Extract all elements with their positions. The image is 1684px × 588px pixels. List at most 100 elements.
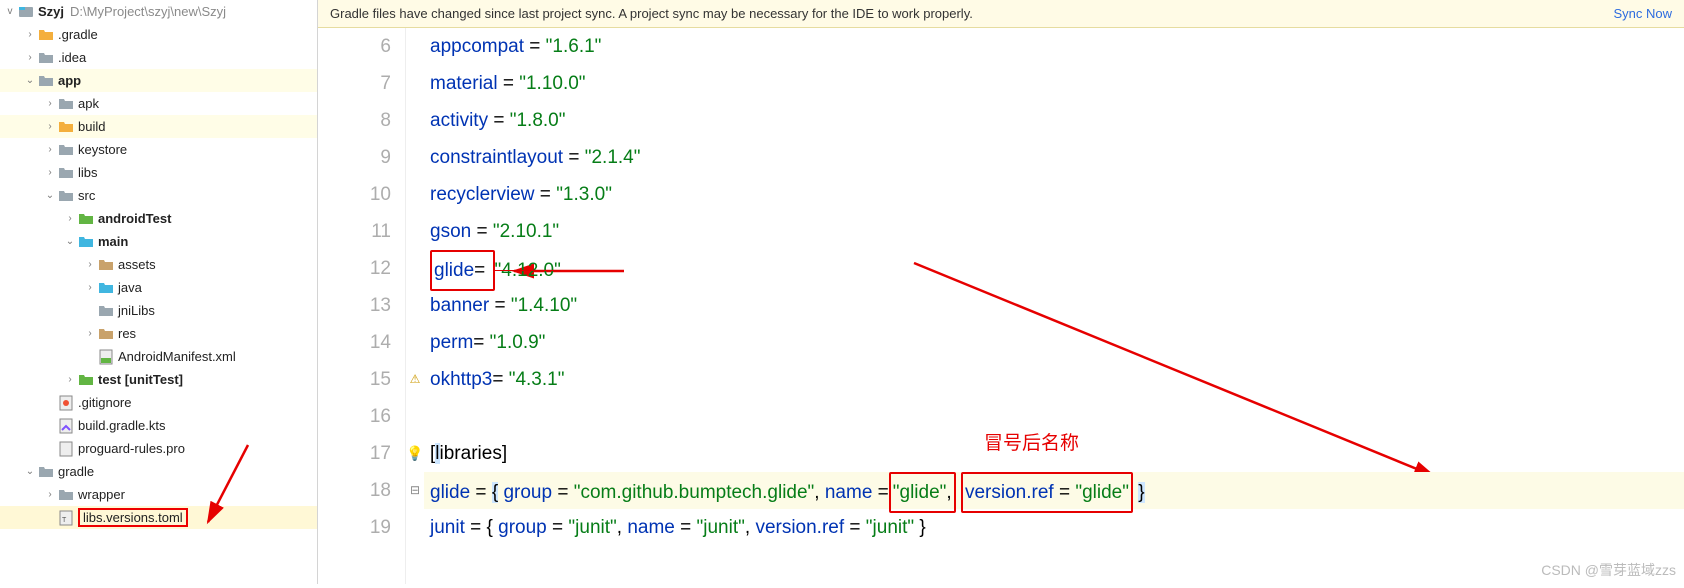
chevron-right-icon[interactable]: › (84, 282, 96, 293)
folder-blue-icon (78, 234, 94, 250)
code-line[interactable]: okhttp3= "4.3.1" (424, 361, 1684, 398)
code-line[interactable] (424, 398, 1684, 435)
line-number: 13 (318, 287, 391, 324)
tree-item-androidmanifest-xml[interactable]: AndroidManifest.xml (0, 345, 317, 368)
code-editor[interactable]: 678910111213141516171819 ⚠💡 冒号后名称 appcom… (318, 28, 1684, 584)
tree-item-proguard-rules-pro[interactable]: proguard-rules.pro (0, 437, 317, 460)
chevron-right-icon[interactable]: › (84, 259, 96, 270)
code-area[interactable]: 冒号后名称 appcompat = "1.6.1"material = "1.1… (424, 28, 1684, 584)
gutter-mark (406, 398, 424, 435)
tree-item-test--unittest-[interactable]: › test [unitTest] (0, 368, 317, 391)
chevron-right-icon[interactable]: › (84, 328, 96, 339)
tree-item--idea[interactable]: ›.idea (0, 46, 317, 69)
chevron-right-icon[interactable]: › (24, 52, 36, 63)
chevron-down-icon[interactable]: ⌄ (64, 236, 76, 247)
editor-pane: Gradle files have changed since last pro… (318, 0, 1684, 584)
tree-item-src[interactable]: ⌄ src (0, 184, 317, 207)
folder-grey-icon (38, 464, 54, 480)
gutter-mark (406, 65, 424, 102)
folder-grey-icon (58, 165, 74, 181)
file-kts-icon (58, 418, 74, 434)
chevron-down-icon[interactable]: ⌄ (24, 75, 36, 86)
tree-item-build[interactable]: ›build (0, 115, 317, 138)
tree-item-jnilibs[interactable]: jniLibs (0, 299, 317, 322)
line-number: 16 (318, 398, 391, 435)
sync-now-link[interactable]: Sync Now (1613, 6, 1672, 21)
chevron-right-icon[interactable]: › (44, 144, 56, 155)
tree-item-wrapper[interactable]: › wrapper (0, 483, 317, 506)
chevron-right-icon[interactable]: › (44, 121, 56, 132)
chevron-down-icon[interactable]: ⌄ (24, 466, 36, 477)
line-number: 15 (318, 361, 391, 398)
gutter-mark (406, 102, 424, 139)
tree-item-libs-versions-toml[interactable]: Tlibs.versions.toml (0, 506, 317, 529)
tree-item-build-gradle-kts[interactable]: build.gradle.kts (0, 414, 317, 437)
code-line[interactable]: activity = "1.8.0" (424, 102, 1684, 139)
tree-item-label: .gradle (58, 27, 98, 42)
tree-item-label: AndroidManifest.xml (118, 349, 236, 364)
code-line[interactable]: [libraries] (424, 435, 1684, 472)
line-number: 9 (318, 139, 391, 176)
tree-item--gradle[interactable]: › .gradle (0, 23, 317, 46)
gutter-mark (406, 28, 424, 65)
code-line[interactable]: appcompat = "1.6.1" (424, 28, 1684, 65)
chevron-right-icon[interactable]: › (44, 489, 56, 500)
tree-item-app[interactable]: ⌄ app (0, 69, 317, 92)
sync-banner: Gradle files have changed since last pro… (318, 0, 1684, 28)
line-number: 7 (318, 65, 391, 102)
code-line[interactable]: banner = "1.4.10" (424, 287, 1684, 324)
code-line[interactable]: perm= "1.0.9" (424, 324, 1684, 361)
gutter-mark (406, 509, 424, 546)
chevron-right-icon[interactable]: › (64, 213, 76, 224)
folder-grey-icon (58, 96, 74, 112)
tree-item-apk[interactable]: ›apk (0, 92, 317, 115)
tree-item-label: test [unitTest] (98, 372, 183, 387)
chevron-down-icon[interactable]: ⌄ (44, 190, 56, 201)
line-number: 14 (318, 324, 391, 361)
code-line[interactable]: junit = { group = "junit", name = "junit… (424, 509, 1684, 546)
project-icon (18, 4, 34, 20)
tree-item--gitignore[interactable]: .gitignore (0, 391, 317, 414)
tree-item-assets[interactable]: › assets (0, 253, 317, 276)
chevron-right-icon[interactable]: › (24, 29, 36, 40)
chevron-right-icon[interactable]: › (44, 98, 56, 109)
tree-item-androidtest[interactable]: ›androidTest (0, 207, 317, 230)
tree-item-label: src (78, 188, 95, 203)
tree-item-label: wrapper (78, 487, 125, 502)
tree-item-libs[interactable]: ›libs (0, 161, 317, 184)
tree-item-main[interactable]: ⌄ main (0, 230, 317, 253)
gutter-mark (406, 139, 424, 176)
code-line[interactable]: glide= "4.12.0" (424, 250, 1684, 287)
chevron-right-icon[interactable]: › (64, 374, 76, 385)
tree-item-label: java (118, 280, 142, 295)
code-line[interactable]: constraintlayout = "2.1.4" (424, 139, 1684, 176)
code-line[interactable]: gson = "2.10.1" (424, 213, 1684, 250)
tree-item-label: app (58, 73, 81, 88)
tree-item-label: jniLibs (118, 303, 155, 318)
tree-item-res[interactable]: ›res (0, 322, 317, 345)
tree-item-java[interactable]: › java (0, 276, 317, 299)
tree-item-label: assets (118, 257, 156, 272)
code-line[interactable]: material = "1.10.0" (424, 65, 1684, 102)
code-line[interactable]: ⊟glide = { group = "com.github.bumptech.… (424, 472, 1684, 509)
gutter-mark (406, 250, 424, 287)
line-gutter: 678910111213141516171819 (318, 28, 406, 584)
folder-grey-icon (58, 142, 74, 158)
tree-item-gradle[interactable]: ⌄gradle (0, 460, 317, 483)
folder-res-icon (98, 257, 114, 273)
tree-root[interactable]: v Szyj D:\MyProject\szyj\new\Szyj (0, 0, 317, 23)
line-number: 10 (318, 176, 391, 213)
chevron-down-icon[interactable]: v (4, 6, 16, 17)
folder-green-icon (78, 211, 94, 227)
tree-item-keystore[interactable]: ›keystore (0, 138, 317, 161)
folder-grey-icon (38, 50, 54, 66)
chevron-right-icon[interactable]: › (44, 167, 56, 178)
line-number: 12 (318, 250, 391, 287)
line-number: 18 (318, 472, 391, 509)
code-line[interactable]: recyclerview = "1.3.0" (424, 176, 1684, 213)
folder-blue-icon (98, 280, 114, 296)
line-number: 19 (318, 509, 391, 546)
line-number: 11 (318, 213, 391, 250)
tree-item-label: main (98, 234, 128, 249)
project-tree[interactable]: v Szyj D:\MyProject\szyj\new\Szyj › .grad… (0, 0, 318, 584)
